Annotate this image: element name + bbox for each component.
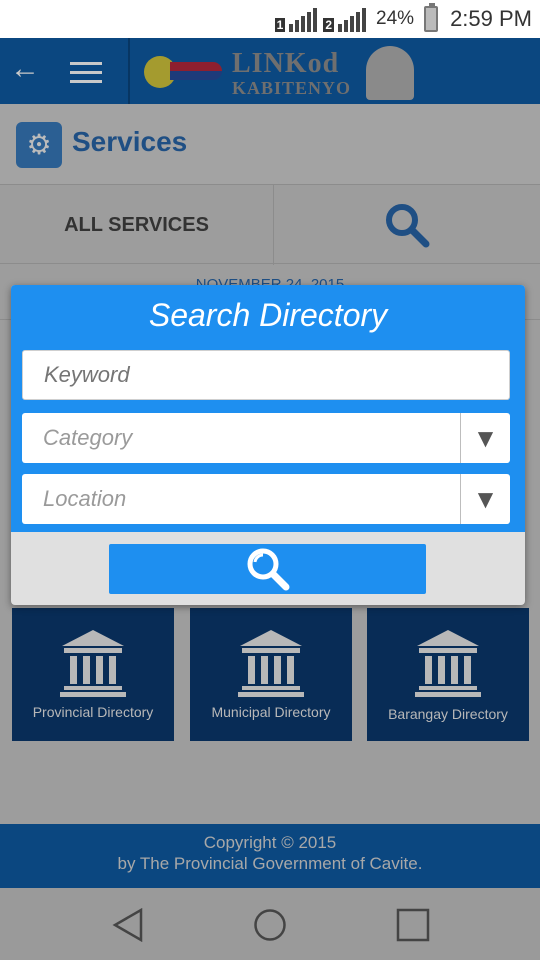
keyword-input[interactable] xyxy=(22,350,510,400)
hamburger-menu-icon[interactable] xyxy=(70,62,102,89)
sim2-signal-icon: 2 xyxy=(323,6,367,32)
status-bar: 1 2 24% 2:59 PM xyxy=(0,0,540,38)
location-placeholder: Location xyxy=(43,486,127,511)
category-select[interactable]: Category ▼ xyxy=(22,413,510,463)
government-building-icon xyxy=(238,630,304,697)
search-icon xyxy=(386,204,430,248)
location-select[interactable]: Location ▼ xyxy=(22,474,510,524)
services-tabs: ALL SERVICES xyxy=(0,184,540,265)
page-title: Services xyxy=(72,126,188,157)
nav-recents-icon[interactable] xyxy=(396,908,430,942)
tile-label: Barangay Directory xyxy=(388,706,508,722)
provincial-directory-tile[interactable]: Provincial Directory xyxy=(12,608,174,741)
government-building-icon xyxy=(415,630,481,697)
search-icon xyxy=(247,548,289,591)
search-directory-dialog: Search Directory Category ▼ Location ▼ xyxy=(11,285,525,605)
nav-back-icon[interactable] xyxy=(112,908,144,942)
dialog-title: Search Directory xyxy=(148,297,388,333)
tab-search[interactable] xyxy=(274,185,540,265)
dialog-form-area: Search Directory Category ▼ Location ▼ xyxy=(11,285,525,532)
gears-icon: ⚙ xyxy=(16,122,62,168)
search-button[interactable] xyxy=(109,544,426,594)
services-header: ⚙ Services xyxy=(0,104,540,184)
government-building-icon xyxy=(60,630,126,697)
dropdown-arrow-icon[interactable]: ▼ xyxy=(460,413,510,463)
tile-label: Municipal Directory xyxy=(211,704,331,720)
tile-label: Provincial Directory xyxy=(32,704,154,720)
sim1-signal-icon: 1 xyxy=(274,6,318,32)
logo-title: LINKod xyxy=(232,48,340,79)
municipal-directory-tile[interactable]: Municipal Directory xyxy=(190,608,352,741)
footer: Copyright © 2015 by The Provincial Gover… xyxy=(0,824,540,888)
system-nav-bar xyxy=(0,888,540,960)
app-bar: ← LINKod KABITENYO xyxy=(0,38,540,104)
governor-portrait xyxy=(366,46,414,100)
sim1-label: 1 xyxy=(274,18,286,32)
category-placeholder: Category xyxy=(43,425,133,450)
dropdown-arrow-icon[interactable]: ▼ xyxy=(460,474,510,524)
flag-swoosh-icon xyxy=(170,62,222,80)
footer-copyright: Copyright © 2015 xyxy=(203,833,337,852)
app-bar-divider xyxy=(128,38,130,104)
app-logo: LINKod KABITENYO xyxy=(140,42,418,100)
logo-subtitle: KABITENYO xyxy=(232,78,352,98)
battery-percent: 24% xyxy=(376,8,415,29)
tab-all-services[interactable]: ALL SERVICES xyxy=(0,185,274,265)
footer-owner: by The Provincial Government of Cavite. xyxy=(117,854,423,873)
arrow-left-icon[interactable]: ← xyxy=(10,52,40,86)
sim2-label: 2 xyxy=(323,18,335,32)
nav-home-icon[interactable] xyxy=(253,908,287,942)
clock: 2:59 PM xyxy=(450,6,532,31)
barangay-directory-tile[interactable]: Barangay Directory xyxy=(367,608,529,741)
battery-icon xyxy=(424,3,439,32)
